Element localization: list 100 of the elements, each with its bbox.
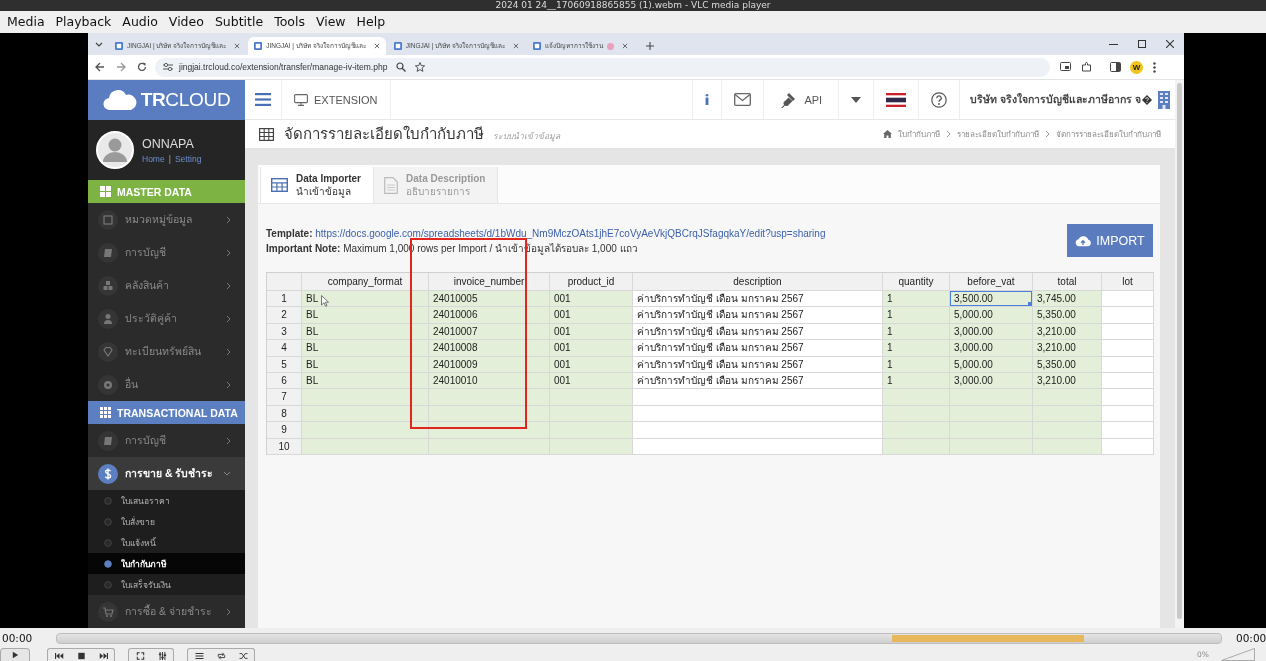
- table-cell[interactable]: ค่าบริการทำบัญชี เดือน มกราคม 2567: [633, 323, 883, 341]
- table-cell[interactable]: 001: [550, 340, 633, 357]
- puzzle-icon[interactable]: [1081, 62, 1092, 72]
- close-icon[interactable]: [1166, 40, 1174, 48]
- sidebar-item[interactable]: การบัญชี: [88, 236, 245, 269]
- table-cell[interactable]: [1102, 323, 1154, 341]
- table-cell[interactable]: 1: [883, 291, 950, 308]
- table-cell[interactable]: [883, 422, 950, 439]
- table-cell[interactable]: 5,000.00: [950, 307, 1033, 324]
- sidebar-item[interactable]: การบัญชี: [88, 424, 245, 457]
- table-cell[interactable]: [633, 389, 883, 406]
- table-cell[interactable]: 3,210.00: [1033, 340, 1102, 357]
- table-cell[interactable]: [1102, 389, 1154, 406]
- reload-icon[interactable]: [137, 62, 147, 72]
- submenu-item[interactable]: ใบเสนอราคา: [88, 490, 245, 511]
- table-cell[interactable]: [1102, 340, 1154, 357]
- table-cell[interactable]: 3,000.00: [950, 340, 1033, 357]
- menu-item[interactable]: Help: [351, 12, 391, 32]
- table-cell[interactable]: [1033, 422, 1102, 439]
- table-cell[interactable]: ค่าบริการทำบัญชี เดือน มกราคม 2567: [633, 356, 883, 373]
- api-button[interactable]: API: [763, 80, 839, 119]
- close-icon[interactable]: [373, 43, 380, 49]
- plus-icon[interactable]: [645, 42, 654, 50]
- table-cell[interactable]: 1: [883, 307, 950, 324]
- table-cell[interactable]: 24010005: [429, 291, 550, 308]
- menu-item[interactable]: Video: [163, 12, 209, 32]
- close-icon[interactable]: [621, 43, 628, 49]
- table-cell[interactable]: [1102, 422, 1154, 439]
- table-cell[interactable]: ค่าบริการทำบัญชี เดือน มกราคม 2567: [633, 372, 883, 390]
- sidebar-item[interactable]: อื่น: [88, 368, 245, 401]
- submenu-item[interactable]: ใบกำกับภาษี: [88, 553, 245, 574]
- column-header[interactable]: total: [1033, 273, 1102, 291]
- sidebar-icon[interactable]: [1110, 62, 1121, 72]
- screen-icon[interactable]: [1060, 62, 1071, 72]
- sidebar-item[interactable]: ทะเบียนทรัพย์สิน: [88, 335, 245, 368]
- home-link[interactable]: Home: [142, 153, 165, 164]
- table-cell[interactable]: [633, 405, 883, 423]
- column-header[interactable]: quantity: [883, 273, 950, 291]
- sidebar-item[interactable]: การซื้อ & จ่ายชำระ: [88, 595, 245, 628]
- table-cell[interactable]: [633, 438, 883, 455]
- table-cell[interactable]: 24010006: [429, 307, 550, 324]
- menu-item[interactable]: Media: [2, 12, 50, 32]
- site-info-icon[interactable]: [163, 63, 173, 71]
- submenu-item[interactable]: ใบเสร็จรับเงิน: [88, 574, 245, 595]
- table-cell[interactable]: 001: [550, 291, 633, 308]
- profile-button[interactable]: W: [1130, 60, 1143, 74]
- table-cell[interactable]: [429, 389, 550, 406]
- table-cell[interactable]: [550, 389, 633, 406]
- table-cell[interactable]: 3,500.00: [950, 291, 1033, 308]
- column-header[interactable]: before_vat: [950, 273, 1033, 291]
- submenu-item[interactable]: ใบแจ้งหนี้: [88, 532, 245, 553]
- breadcrumb-link[interactable]: จัดการรายละเอียดใบกำกับภาษี: [1056, 127, 1161, 141]
- sidebar-item[interactable]: ประวัติคู่ค้า: [88, 302, 245, 335]
- table-cell[interactable]: [302, 389, 429, 406]
- back-arrow-icon[interactable]: [95, 62, 105, 72]
- table-cell[interactable]: [1102, 405, 1154, 423]
- table-cell[interactable]: [1102, 307, 1154, 324]
- close-icon[interactable]: [512, 43, 519, 49]
- play-button[interactable]: [0, 648, 30, 661]
- seek-bar[interactable]: [56, 632, 1222, 644]
- table-cell[interactable]: [1102, 438, 1154, 455]
- forward-arrow-icon[interactable]: [116, 62, 126, 72]
- url-field[interactable]: jingjai.trcloud.co/extension/transfer/manage-iv-item.php: [155, 57, 1050, 77]
- column-header[interactable]: description: [633, 273, 883, 291]
- column-header[interactable]: company_format: [302, 273, 429, 291]
- setting-link[interactable]: Setting: [174, 153, 202, 164]
- menu-item[interactable]: View: [310, 12, 351, 32]
- column-header[interactable]: product_id: [550, 273, 633, 291]
- table-cell[interactable]: BL: [302, 340, 429, 357]
- submenu-item[interactable]: ใบสั่งขาย: [88, 511, 245, 532]
- chevron-down-icon[interactable]: [95, 42, 103, 47]
- breadcrumb-link[interactable]: ใบกำกับภาษี: [898, 127, 940, 141]
- table-cell[interactable]: ค่าบริการทำบัญชี เดือน มกราคม 2567: [633, 340, 883, 357]
- star-icon[interactable]: [415, 62, 426, 72]
- table-cell[interactable]: 3,745.00: [1033, 291, 1102, 308]
- table-cell[interactable]: BL: [302, 291, 429, 308]
- menu-item[interactable]: Audio: [117, 12, 163, 32]
- table-cell[interactable]: [1102, 356, 1154, 373]
- table-cell[interactable]: ค่าบริการทำบัญชี เดือน มกราคม 2567: [633, 307, 883, 324]
- sidebar-item[interactable]: คลังสินค้า: [88, 269, 245, 302]
- maximize-icon[interactable]: [1138, 40, 1146, 48]
- table-cell[interactable]: 5,350.00: [1033, 307, 1102, 324]
- scrollbar[interactable]: [1175, 80, 1184, 628]
- table-cell[interactable]: [883, 389, 950, 406]
- table-cell[interactable]: [1033, 389, 1102, 406]
- extension-menu[interactable]: EXTENSION: [282, 80, 391, 119]
- home-icon[interactable]: [883, 130, 892, 138]
- table-cell[interactable]: [550, 422, 633, 439]
- table-cell[interactable]: 001: [550, 307, 633, 324]
- table-cell[interactable]: [302, 422, 429, 439]
- sidebar-item[interactable]: การขาย & รับชำระ: [88, 457, 245, 490]
- minimize-icon[interactable]: [1109, 43, 1118, 45]
- close-icon[interactable]: [234, 43, 241, 49]
- table-cell[interactable]: [1102, 372, 1154, 390]
- sidebar-item[interactable]: หมวดหมู่ข้อมูล: [88, 203, 245, 236]
- column-header[interactable]: invoice_number: [429, 273, 550, 291]
- table-cell[interactable]: 24010008: [429, 340, 550, 357]
- zoom-icon[interactable]: [396, 62, 407, 72]
- import-button[interactable]: IMPORT: [1067, 224, 1153, 257]
- column-header[interactable]: lot: [1102, 273, 1154, 291]
